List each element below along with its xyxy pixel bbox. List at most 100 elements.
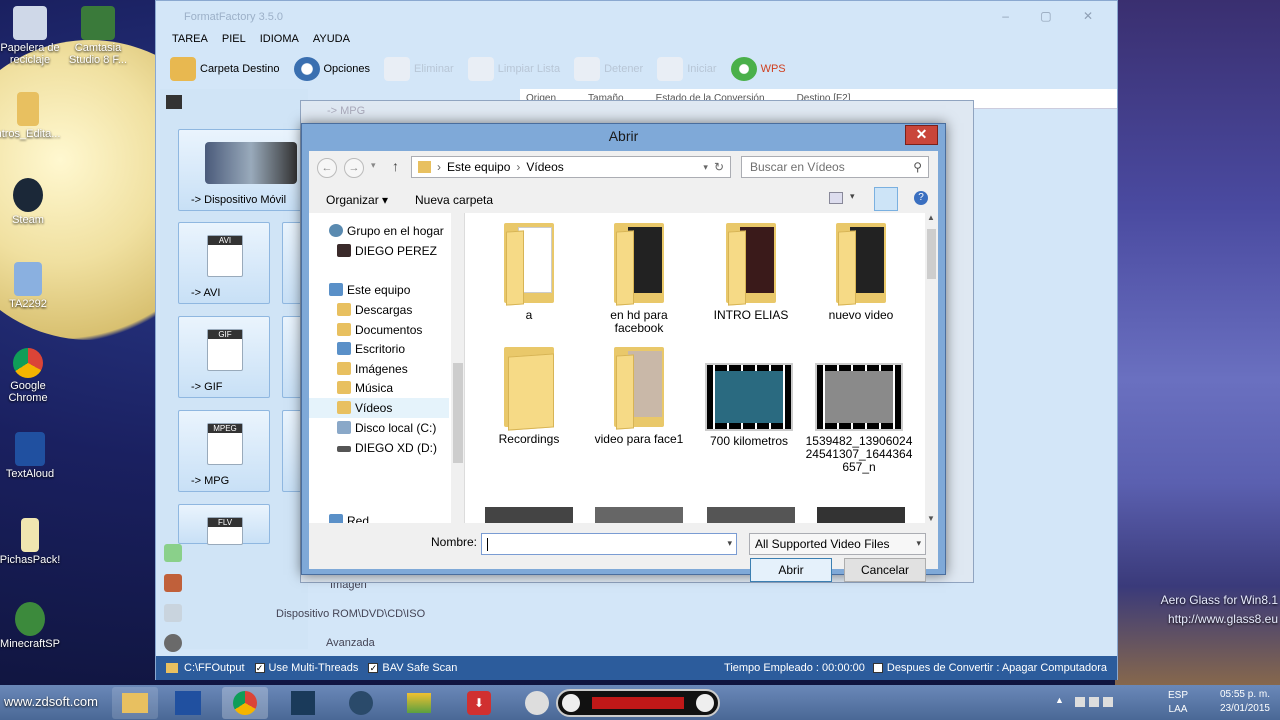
- view-icon[interactable]: [829, 192, 843, 204]
- tree-item-escritorio[interactable]: Escritorio: [309, 339, 449, 359]
- desktop-icon-steam[interactable]: Steam: [0, 178, 64, 226]
- scroll-down-icon[interactable]: ▼: [927, 514, 935, 523]
- dest-folder-button[interactable]: Carpeta Destino: [170, 55, 280, 83]
- taskbar-chrome[interactable]: [222, 687, 268, 719]
- breadcrumb-este-equipo[interactable]: Este equipo: [447, 160, 510, 174]
- video-thumbnail-icon[interactable]: [817, 507, 905, 523]
- view-dropdown-icon[interactable]: ▾: [850, 191, 855, 202]
- tree-item-red[interactable]: Red: [309, 511, 449, 523]
- desktop-icon-minecraft[interactable]: MinecraftSP: [0, 602, 66, 650]
- chevron-down-icon[interactable]: ▾: [727, 538, 732, 549]
- desktop-icon-folder[interactable]: ntros_Edita...: [0, 92, 64, 140]
- multithreads-checkbox[interactable]: ✓: [254, 663, 265, 673]
- taskbar-bluestacks[interactable]: [396, 687, 442, 719]
- desktop-icon-recycle-bin[interactable]: Papelera de reciclaje: [0, 6, 66, 66]
- file-item-nuevo-video[interactable]: nuevo video: [807, 221, 915, 322]
- file-item-recordings[interactable]: Recordings: [475, 345, 583, 446]
- help-icon[interactable]: ?: [914, 191, 928, 205]
- desktop-icon-pichaspack[interactable]: PichasPack!: [0, 518, 66, 566]
- volume-icon[interactable]: [1103, 697, 1113, 707]
- tree-item-disco-c[interactable]: Disco local (C:): [309, 418, 449, 438]
- options-button[interactable]: Opciones: [293, 55, 370, 83]
- tile-flv[interactable]: FLV: [178, 504, 270, 545]
- tree-item-disco-d[interactable]: DIEGO XD (D:): [309, 438, 449, 458]
- tile-gif[interactable]: GIF -> GIF: [178, 316, 270, 398]
- tree-item-este-equipo[interactable]: Este equipo: [309, 280, 449, 300]
- recent-dropdown-icon[interactable]: ▾: [371, 160, 376, 171]
- menu-tarea[interactable]: TAREA: [172, 33, 208, 45]
- tree-item-imagenes[interactable]: Imágenes: [309, 359, 449, 379]
- taskbar-app-4[interactable]: [338, 687, 384, 719]
- file-item-1539482[interactable]: 1539482_1390602424541307_1644364657_n: [805, 363, 913, 474]
- tree-item-videos[interactable]: Vídeos: [309, 398, 449, 418]
- tree-item-musica[interactable]: Música: [309, 378, 449, 398]
- file-type-select[interactable]: All Supported Video Files ▾: [749, 533, 926, 555]
- refresh-icon[interactable]: ↻: [714, 160, 724, 174]
- address-dropdown-icon[interactable]: ▾: [703, 162, 708, 173]
- music-icon[interactable]: [164, 544, 182, 562]
- scroll-thumb[interactable]: [927, 229, 936, 279]
- menu-piel[interactable]: PIEL: [222, 33, 246, 45]
- desktop-icon-ta2292[interactable]: TA2292: [0, 262, 64, 310]
- address-bar[interactable]: › Este equipo › Vídeos ▾ ↻: [411, 156, 731, 178]
- tree-item-documentos[interactable]: Documentos: [309, 320, 449, 340]
- section-advanced[interactable]: Avanzada: [326, 637, 375, 649]
- open-button[interactable]: Abrir: [750, 558, 832, 582]
- forward-icon[interactable]: →: [344, 158, 364, 178]
- image-icon[interactable]: [164, 574, 182, 592]
- new-folder-button[interactable]: Nueva carpeta: [415, 193, 493, 207]
- preview-pane-icon[interactable]: [874, 187, 898, 211]
- file-item-video-para-face1[interactable]: video para face1: [585, 345, 693, 446]
- organize-button[interactable]: Organizar ▾: [326, 193, 388, 207]
- close-button[interactable]: ✕: [905, 125, 938, 145]
- video-thumbnail-icon[interactable]: [707, 507, 795, 523]
- menu-ayuda[interactable]: AYUDA: [313, 33, 350, 45]
- back-icon[interactable]: ←: [317, 158, 337, 178]
- breadcrumb-videos[interactable]: Vídeos: [526, 160, 563, 174]
- stop-icon[interactable]: [562, 694, 580, 712]
- tile-partial[interactable]: [282, 316, 302, 398]
- taskbar-app-7[interactable]: [514, 687, 560, 719]
- clock[interactable]: 05:55 p. m. 23/01/2015: [1220, 688, 1270, 716]
- pause-icon[interactable]: [696, 694, 714, 712]
- tile-mobile[interactable]: -> Dispositivo Móvil: [178, 129, 302, 211]
- tile-mpg[interactable]: MPEG -> MPG: [178, 410, 270, 492]
- video-thumbnail-icon[interactable]: [595, 507, 683, 523]
- tree-item-descargas[interactable]: Descargas: [309, 300, 449, 320]
- network-icon[interactable]: [1089, 697, 1099, 707]
- after-convert-checkbox[interactable]: [872, 663, 883, 673]
- file-item-en-hd[interactable]: en hd para facebook: [585, 221, 693, 335]
- desktop-icon-chrome[interactable]: Google Chrome: [0, 348, 64, 404]
- taskbar-explorer[interactable]: [112, 687, 158, 719]
- stop-button[interactable]: Detener: [574, 55, 643, 83]
- scroll-up-icon[interactable]: ▲: [927, 213, 935, 222]
- start-button[interactable]: Iniciar: [657, 55, 717, 83]
- clear-list-button[interactable]: Limpiar Lista: [467, 55, 560, 83]
- taskbar-app-3[interactable]: [280, 687, 326, 719]
- rom-icon[interactable]: [164, 604, 182, 622]
- output-path[interactable]: C:\FFOutput: [184, 662, 245, 674]
- taskbar-textaloud[interactable]: [165, 687, 211, 719]
- tile-partial[interactable]: [282, 222, 302, 304]
- tree-item-user[interactable]: DIEGO PEREZ: [309, 241, 449, 261]
- file-item-700-kilometros[interactable]: 700 kilometros: [695, 363, 803, 448]
- tile-avi[interactable]: AVI -> AVI: [178, 222, 270, 304]
- cancel-button[interactable]: Cancelar: [844, 558, 926, 582]
- advanced-icon[interactable]: [164, 634, 182, 652]
- section-rom[interactable]: Dispositivo ROM\DVD\CD\ISO: [276, 608, 425, 620]
- language-indicator[interactable]: ESP LAA: [1168, 689, 1188, 717]
- tray-icon[interactable]: [1075, 697, 1085, 707]
- file-item-a[interactable]: a: [475, 221, 583, 322]
- menu-idioma[interactable]: IDIOMA: [260, 33, 299, 45]
- video-thumbnail-icon[interactable]: [485, 507, 573, 523]
- desktop-icon-textaloud[interactable]: TextAloud: [0, 432, 66, 480]
- tree-scrollbar[interactable]: [451, 213, 464, 523]
- remove-button[interactable]: Eliminar: [383, 55, 454, 83]
- tree-item-homegroup[interactable]: Grupo en el hogar: [309, 221, 449, 241]
- window-controls[interactable]: ‒ ▢ ✕: [1002, 9, 1107, 23]
- tray-chevron-icon[interactable]: ▲: [1055, 695, 1064, 705]
- desktop-icon-camtasia[interactable]: Camtasia Studio 8 F...: [62, 6, 134, 66]
- up-arrow-icon[interactable]: ↑: [392, 158, 399, 174]
- bav-checkbox[interactable]: ✓: [368, 663, 379, 673]
- file-item-intro-elias[interactable]: INTRO ELIAS: [697, 221, 805, 322]
